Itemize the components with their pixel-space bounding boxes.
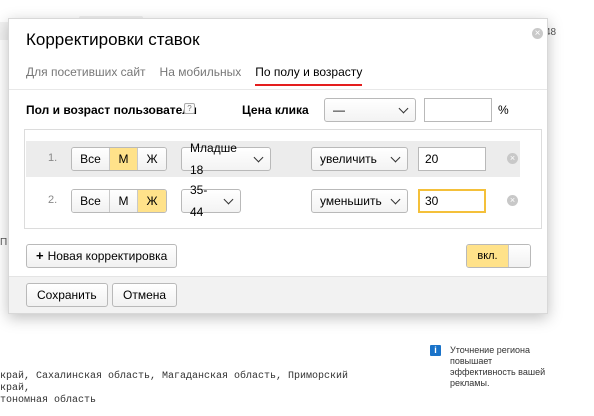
direction-select[interactable]: уменьшить — [311, 189, 408, 213]
gender-all-button[interactable]: Все — [72, 190, 110, 212]
direction-value: уменьшить — [320, 194, 382, 208]
new-adjustment-button[interactable]: + Новая корректировка — [26, 244, 178, 268]
tab-gender-age[interactable]: По полу и возрасту — [255, 65, 363, 86]
gender-age-label: Пол и возраст пользователя — [26, 103, 197, 117]
percent-input[interactable]: 20 — [418, 147, 486, 171]
price-direction-value: — — [333, 103, 345, 117]
plus-icon: + — [36, 248, 44, 263]
background-fragment-left: П — [0, 237, 8, 248]
percent-input[interactable]: 30 — [418, 189, 486, 213]
chevron-down-icon — [223, 194, 234, 205]
dialog-footer: Сохранить Отмена — [9, 276, 547, 313]
price-percent-input[interactable] — [424, 98, 492, 122]
gender-male-button[interactable]: М — [110, 190, 138, 212]
gender-all-button[interactable]: Все — [72, 148, 110, 170]
adjustment-row: 2. Все М Ж 35-44 уменьшить 30 × — [26, 183, 520, 219]
help-icon[interactable]: ? — [184, 103, 195, 114]
toggle-knob — [508, 245, 530, 267]
header-row: Пол и возраст пользователя ? Цена клика … — [26, 98, 526, 122]
tab-site-visitors[interactable]: Для посетивших сайт — [26, 65, 146, 86]
tab-mobile[interactable]: На мобильных — [160, 65, 242, 86]
gender-male-button[interactable]: М — [110, 148, 138, 170]
adjustment-row: 1. Все М Ж Младше 18 увеличить 20 × — [26, 141, 520, 177]
age-value: 35-44 — [190, 183, 208, 219]
info-icon: i — [430, 345, 441, 356]
price-direction-select[interactable]: — — [324, 98, 416, 122]
chevron-down-icon — [390, 152, 401, 163]
bid-adjustments-dialog: Корректировки ставок × Для посетивших са… — [8, 18, 548, 314]
gender-selector: Все М Ж — [71, 189, 167, 213]
remove-row-icon[interactable]: × — [507, 195, 518, 206]
toggle-on-label: вкл. — [467, 245, 508, 267]
direction-select[interactable]: увеличить — [311, 147, 408, 171]
row-number: 1. — [48, 152, 58, 164]
region-hint-text: Уточнение региона повышает эффективность… — [450, 345, 546, 388]
dialog-title: Корректировки ставок — [26, 30, 200, 49]
age-select[interactable]: Младше 18 — [181, 141, 271, 177]
age-value: Младше 18 — [190, 141, 237, 177]
enable-toggle[interactable]: вкл. — [466, 244, 531, 268]
regions-text: край, Сахалинская область, Магаданская о… — [0, 371, 349, 406]
remove-row-icon[interactable]: × — [507, 153, 518, 164]
gender-selector: Все М Ж — [71, 147, 167, 171]
click-price-label: Цена клика — [242, 103, 309, 117]
tabs: Для посетивших сайт На мобильных По полу… — [26, 65, 376, 86]
age-select[interactable]: 35-44 — [181, 183, 241, 219]
percent-sign: % — [498, 103, 509, 117]
row-number: 2. — [48, 194, 58, 206]
adjustments-list: 1. Все М Ж Младше 18 увеличить 20 × 2. В… — [24, 129, 542, 229]
gender-female-button[interactable]: Ж — [138, 190, 166, 212]
tabs-divider — [9, 89, 547, 90]
direction-value: увеличить — [320, 152, 377, 166]
chevron-down-icon — [398, 103, 409, 114]
save-button[interactable]: Сохранить — [26, 283, 108, 307]
new-adjustment-label: Новая корректировка — [47, 249, 168, 263]
close-icon[interactable]: × — [532, 28, 543, 39]
gender-female-button[interactable]: Ж — [138, 148, 166, 170]
chevron-down-icon — [390, 194, 401, 205]
cancel-button[interactable]: Отмена — [112, 283, 178, 307]
region-hint: i Уточнение региона повышает эффективнос… — [430, 345, 554, 389]
chevron-down-icon — [253, 152, 264, 163]
